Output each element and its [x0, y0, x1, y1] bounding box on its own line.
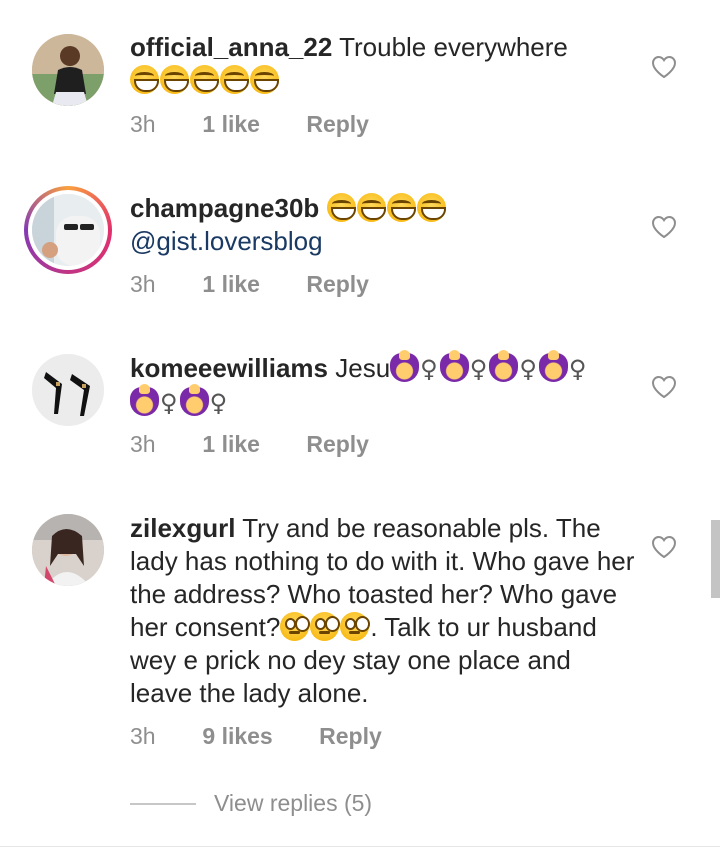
woman-facepalming-icon: [390, 350, 420, 382]
face-with-rolling-eyes-icon: [280, 612, 310, 641]
mention-link[interactable]: @gist.loversblog: [130, 226, 323, 256]
grinning-squinting-face-icon: [356, 193, 386, 222]
comment-time: 3h: [130, 723, 156, 749]
woman-facepalming-icon: [489, 350, 519, 382]
grinning-squinting-face-icon: [160, 65, 189, 94]
face-with-rolling-eyes-icon: [340, 612, 370, 641]
reply-button[interactable]: Reply: [306, 431, 369, 458]
comment-body: zilexgurl Try and be reasonable pls. The…: [130, 512, 640, 710]
divider-line: [130, 803, 196, 805]
grinning-squinting-face-icon: [326, 193, 356, 222]
female-sign: ♀: [519, 355, 537, 383]
comment-likes[interactable]: 1 like: [202, 271, 260, 298]
comment-text: Jesu: [335, 353, 391, 383]
female-sign: ♀: [469, 355, 488, 383]
woman-facepalming-icon: [538, 350, 568, 382]
female-sign: ♀: [209, 389, 228, 417]
heart-outline-icon[interactable]: [651, 215, 677, 239]
comment-meta: 3h 1 like Reply: [130, 431, 369, 458]
grinning-squinting-face-icon: [130, 65, 159, 94]
avatar[interactable]: [32, 354, 104, 426]
comment-time: 3h: [130, 111, 156, 137]
woman-facepalming-icon: [179, 384, 209, 416]
view-replies-label: View replies (5): [214, 790, 373, 816]
avatar[interactable]: [32, 34, 104, 106]
comment-username[interactable]: official_anna_22: [130, 32, 332, 62]
female-sign: ♀: [420, 355, 438, 383]
female-sign: ♀: [568, 355, 587, 383]
grinning-squinting-face-icon: [220, 65, 249, 94]
comment-meta: 3h 1 like Reply: [130, 111, 369, 138]
woman-facepalming-icon: [130, 384, 159, 416]
comment-time: 3h: [130, 431, 156, 457]
woman-facepalming-icon: [439, 350, 469, 382]
divider: [0, 846, 720, 847]
grinning-squinting-face-icon: [416, 193, 446, 222]
comment-meta: 3h 1 like Reply: [130, 271, 369, 298]
grinning-squinting-face-icon: [190, 65, 219, 94]
comment-likes[interactable]: 9 likes: [202, 723, 272, 750]
reply-button[interactable]: Reply: [319, 723, 382, 750]
grinning-squinting-face-icon: [386, 193, 416, 222]
comment-body: champagne30b @gist.loversblog: [130, 192, 640, 258]
reply-button[interactable]: Reply: [306, 111, 369, 138]
avatar[interactable]: [32, 514, 104, 586]
comment-body: komeeewilliams Jesu ♀ ♀ ♀ ♀ ♀ ♀: [130, 350, 640, 420]
heart-outline-icon[interactable]: [651, 55, 677, 79]
scrollbar[interactable]: [711, 520, 720, 598]
avatar: [32, 194, 104, 266]
comment-text: Trouble everywhere: [339, 32, 568, 62]
comment-likes[interactable]: 1 like: [202, 111, 260, 138]
comment-username[interactable]: komeeewilliams: [130, 353, 328, 383]
comment-username[interactable]: zilexgurl: [130, 513, 235, 543]
grinning-squinting-face-icon: [250, 65, 279, 94]
comment-username[interactable]: champagne30b: [130, 193, 319, 223]
heart-outline-icon[interactable]: [651, 375, 677, 399]
face-with-rolling-eyes-icon: [310, 612, 340, 641]
female-sign: ♀: [160, 389, 178, 417]
comment-body: official_anna_22 Trouble everywhere: [130, 31, 640, 97]
heart-outline-icon[interactable]: [651, 535, 677, 559]
comment-time: 3h: [130, 271, 156, 297]
reply-button[interactable]: Reply: [306, 271, 369, 298]
comment-likes[interactable]: 1 like: [202, 431, 260, 458]
comment-meta: 3h 9 likes Reply: [130, 723, 382, 750]
avatar-story-ring[interactable]: [24, 186, 112, 274]
